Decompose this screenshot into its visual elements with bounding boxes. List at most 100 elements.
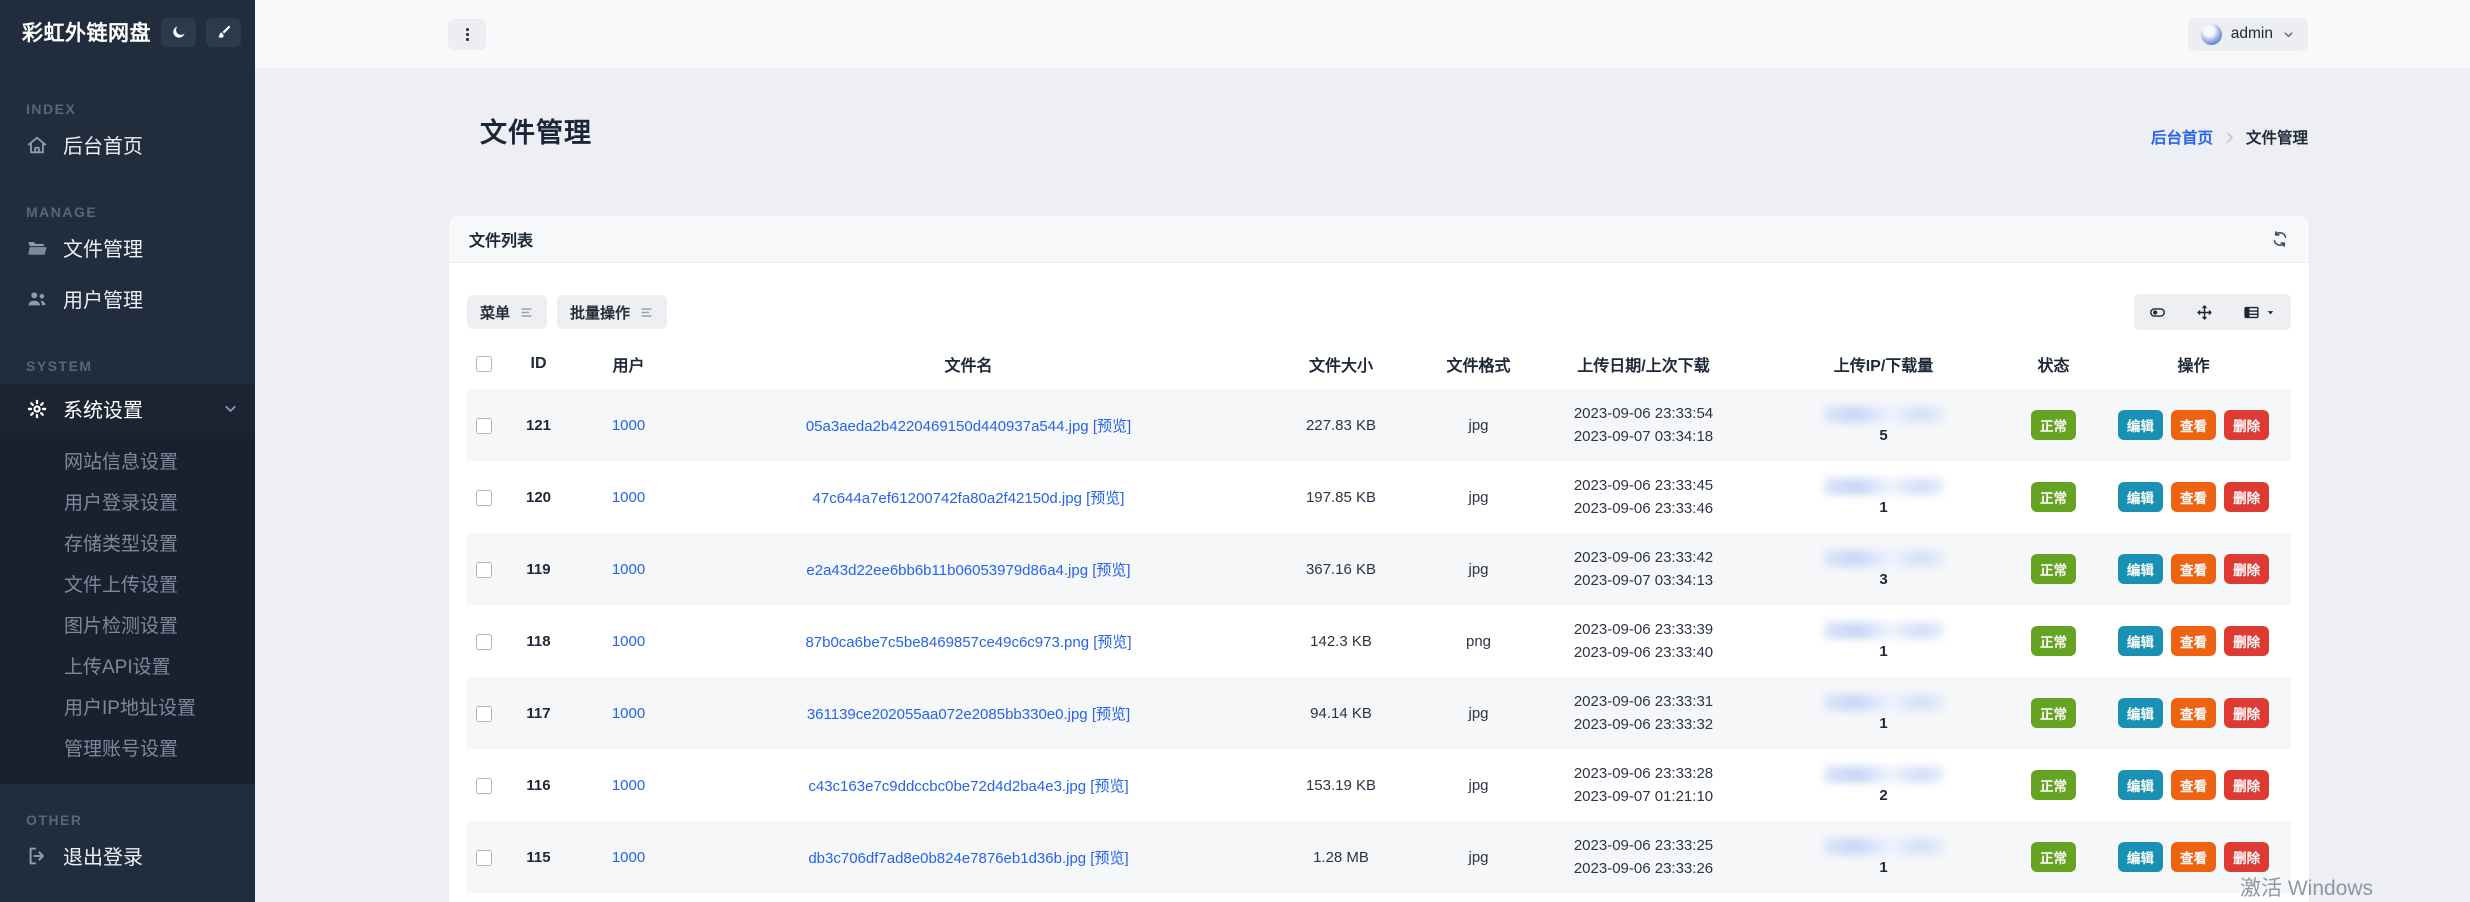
row-checkbox[interactable]	[476, 418, 492, 434]
row-checkbox[interactable]	[476, 850, 492, 866]
edit-button[interactable]: 编辑	[2118, 626, 2163, 656]
col-header-ip: 上传IP/下载量	[1756, 339, 2011, 389]
ip-downloads: 2	[1756, 749, 2011, 821]
edit-button[interactable]: 编辑	[2118, 554, 2163, 584]
sidebar-item-settings[interactable]: 系统设置	[0, 384, 255, 433]
move-button[interactable]	[2181, 294, 2228, 330]
sidebar-item-logout[interactable]: 退出登录	[0, 832, 255, 879]
table-row: 120 1000 47c644a7ef61200742fa80a2f42150d…	[467, 461, 2291, 533]
row-checkbox[interactable]	[476, 778, 492, 794]
toggle-icon	[2149, 304, 2166, 321]
file-link[interactable]: 05a3aeda2b4220469150d440937a544.jpg	[806, 418, 1089, 435]
topbar-menu-button[interactable]	[448, 19, 486, 50]
last-download-date: 2023-09-06 23:33:32	[1531, 713, 1756, 736]
file-id: 120	[501, 461, 576, 533]
delete-button[interactable]: 删除	[2224, 698, 2269, 728]
bulk-actions-button[interactable]: 批量操作	[557, 295, 667, 329]
users-icon	[26, 288, 48, 310]
theme-button[interactable]	[206, 18, 241, 47]
preview-link[interactable]: [预览]	[1092, 706, 1130, 723]
table-row: 115 1000 db3c706df7ad8e0b824e7876eb1d36b…	[467, 821, 2291, 893]
delete-button[interactable]: 删除	[2224, 554, 2269, 584]
sidebar-item-home[interactable]: 后台首页	[0, 121, 255, 168]
hamburger-icon	[639, 305, 654, 320]
user-link[interactable]: 1000	[612, 561, 645, 578]
preview-link[interactable]: [预览]	[1093, 418, 1131, 435]
delete-button[interactable]: 删除	[2224, 842, 2269, 872]
breadcrumb-home-link[interactable]: 后台首页	[2151, 126, 2213, 148]
file-link[interactable]: 361139ce202055aa072e2085bb330e0.jpg	[807, 706, 1088, 723]
view-button[interactable]: 查看	[2171, 698, 2216, 728]
preview-link[interactable]: [预览]	[1093, 634, 1131, 651]
file-link[interactable]: 87b0ca6be7c5be8469857ce49c6c973.png	[805, 634, 1089, 651]
preview-link[interactable]: [预览]	[1090, 778, 1128, 795]
status-badge: 正常	[2031, 842, 2076, 872]
columns-button[interactable]	[2228, 294, 2291, 330]
file-size: 227.83 KB	[1256, 389, 1426, 461]
file-link[interactable]: 47c644a7ef61200742fa80a2f42150d.jpg	[813, 490, 1082, 507]
edit-button[interactable]: 编辑	[2118, 842, 2163, 872]
delete-button[interactable]: 删除	[2224, 770, 2269, 800]
last-download-date: 2023-09-06 23:33:26	[1531, 857, 1756, 880]
user-link[interactable]: 1000	[612, 849, 645, 866]
user-link[interactable]: 1000	[612, 489, 645, 506]
sidebar-item-files[interactable]: 文件管理	[0, 224, 255, 271]
select-all-checkbox[interactable]	[476, 356, 492, 372]
row-checkbox[interactable]	[476, 562, 492, 578]
view-button[interactable]: 查看	[2171, 842, 2216, 872]
file-link[interactable]: db3c706df7ad8e0b824e7876eb1d36b.jpg	[808, 850, 1086, 867]
download-count: 2	[1756, 787, 2011, 804]
upload-date: 2023-09-06 23:33:54	[1531, 402, 1756, 425]
refresh-button[interactable]	[2271, 230, 2289, 248]
delete-button[interactable]: 删除	[2224, 626, 2269, 656]
section-label-other: OTHER	[26, 812, 255, 828]
last-download-date: 2023-09-07 01:21:10	[1531, 785, 1756, 808]
last-download-date: 2023-09-07 03:34:18	[1531, 425, 1756, 448]
preview-link[interactable]: [预览]	[1090, 850, 1128, 867]
user-link[interactable]: 1000	[612, 705, 645, 722]
sidebar-subitem-user-ip[interactable]: 用户IP地址设置	[0, 686, 255, 727]
file-dates: 2023-09-06 23:33:42 2023-09-07 03:34:13	[1531, 533, 1756, 605]
view-button[interactable]: 查看	[2171, 410, 2216, 440]
file-link[interactable]: e2a43d22ee6bb6b11b06053979d86a4.jpg	[806, 562, 1088, 579]
kebab-dots-icon	[459, 26, 476, 43]
row-checkbox[interactable]	[476, 490, 492, 506]
sidebar-subitem-admin-account[interactable]: 管理账号设置	[0, 727, 255, 768]
user-menu[interactable]: admin	[2188, 18, 2308, 51]
sidebar-subitem-file-upload[interactable]: 文件上传设置	[0, 563, 255, 604]
brush-icon	[216, 24, 232, 40]
sidebar-subitem-image-check[interactable]: 图片检测设置	[0, 604, 255, 645]
edit-button[interactable]: 编辑	[2118, 698, 2163, 728]
sidebar-subitem-upload-api[interactable]: 上传API设置	[0, 645, 255, 686]
user-link[interactable]: 1000	[612, 417, 645, 434]
app-logo: 彩虹外链网盘	[22, 17, 151, 47]
preview-link[interactable]: [预览]	[1086, 490, 1124, 507]
delete-button[interactable]: 删除	[2224, 410, 2269, 440]
status-badge: 正常	[2031, 698, 2076, 728]
view-button[interactable]: 查看	[2171, 770, 2216, 800]
breadcrumb-current: 文件管理	[2246, 126, 2308, 148]
edit-button[interactable]: 编辑	[2118, 410, 2163, 440]
preview-link[interactable]: [预览]	[1092, 562, 1130, 579]
sidebar-item-users[interactable]: 用户管理	[0, 275, 255, 322]
edit-button[interactable]: 编辑	[2118, 770, 2163, 800]
view-button[interactable]: 查看	[2171, 482, 2216, 512]
row-checkbox[interactable]	[476, 634, 492, 650]
row-checkbox[interactable]	[476, 706, 492, 722]
col-header-user: 用户	[576, 339, 681, 389]
user-link[interactable]: 1000	[612, 633, 645, 650]
sidebar-subitem-user-login[interactable]: 用户登录设置	[0, 481, 255, 522]
view-button[interactable]: 查看	[2171, 554, 2216, 584]
file-link[interactable]: c43c163e7c9ddccbc0be72d4d2ba4e3.jpg	[808, 778, 1086, 795]
sidebar-subitem-site-info[interactable]: 网站信息设置	[0, 440, 255, 481]
moon-icon	[171, 24, 187, 40]
user-link[interactable]: 1000	[612, 777, 645, 794]
menu-button[interactable]: 菜单	[467, 295, 547, 329]
edit-button[interactable]: 编辑	[2118, 482, 2163, 512]
dark-mode-button[interactable]	[161, 18, 196, 47]
delete-button[interactable]: 删除	[2224, 482, 2269, 512]
view-button[interactable]: 查看	[2171, 626, 2216, 656]
folder-icon	[26, 237, 48, 259]
sidebar-subitem-storage-type[interactable]: 存储类型设置	[0, 522, 255, 563]
toggle-view-button[interactable]	[2134, 294, 2181, 330]
